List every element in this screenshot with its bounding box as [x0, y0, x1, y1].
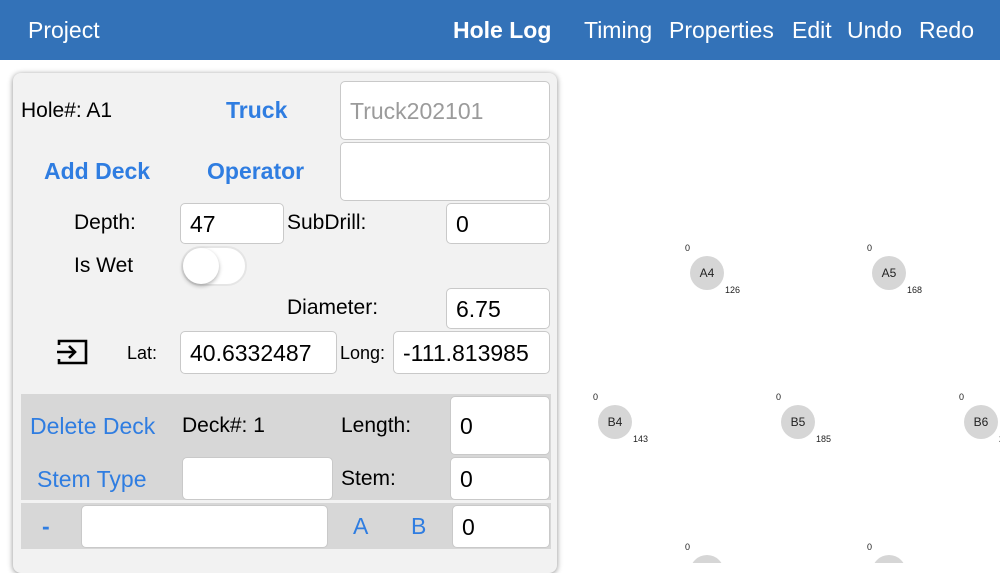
stem-input[interactable]: 0 — [450, 457, 550, 500]
operator-input[interactable] — [340, 142, 550, 201]
subdrill-label: SubDrill: — [287, 211, 367, 234]
is-wet-toggle[interactable] — [181, 246, 247, 286]
deck-number-label: Deck#: 1 — [182, 414, 265, 437]
hole-top-value: 0 — [593, 392, 599, 402]
hole-circle[interactable] — [690, 555, 724, 563]
product-input[interactable] — [81, 505, 328, 548]
truck-button[interactable]: Truck — [226, 96, 287, 124]
hole-top-value: 0 — [685, 243, 691, 253]
top-navigation-bar: Project Hole Log Timing Properties Edit … — [0, 0, 1000, 60]
hole-top-value: 0 — [867, 542, 873, 552]
length-label: Length: — [341, 414, 412, 437]
enter-location-icon[interactable] — [56, 338, 90, 366]
delete-deck-button[interactable]: Delete Deck — [30, 412, 155, 440]
hole-number-label: Hole#: A1 — [21, 99, 113, 122]
hole-bottom-value: 126 — [725, 285, 741, 295]
diameter-input[interactable]: 6.75 — [446, 288, 550, 329]
page-title: Hole Log — [453, 17, 552, 43]
hole-circle[interactable]: B6 — [964, 405, 998, 439]
product-amount-input[interactable]: 0 — [452, 505, 550, 548]
operator-button[interactable]: Operator — [207, 157, 304, 185]
hole-circle[interactable]: A4 — [690, 256, 724, 290]
is-wet-label: Is Wet — [74, 254, 134, 277]
properties-button[interactable]: Properties — [669, 16, 774, 44]
undo-button[interactable]: Undo — [847, 16, 902, 44]
hole-top-value: 0 — [959, 392, 965, 402]
unit-b-button[interactable]: B — [411, 512, 426, 540]
hole-circle[interactable]: B4 — [598, 405, 632, 439]
hole-bottom-value: 185 — [816, 434, 832, 444]
redo-button[interactable]: Redo — [919, 16, 974, 44]
stem-type-button[interactable]: Stem Type — [37, 465, 147, 493]
latitude-label: Lat: — [127, 343, 158, 363]
timing-button[interactable]: Timing — [584, 16, 652, 44]
stem-label: Stem: — [341, 467, 396, 490]
hole-bottom-value: 168 — [907, 285, 923, 295]
longitude-label: Long: — [340, 343, 386, 363]
longitude-input[interactable]: -111.813985 — [393, 331, 550, 374]
hole-circle[interactable]: A5 — [872, 256, 906, 290]
truck-input[interactable]: Truck202101 — [340, 81, 550, 140]
subdrill-input[interactable]: 0 — [446, 203, 550, 244]
edit-button[interactable]: Edit — [792, 16, 832, 44]
stem-type-input[interactable] — [182, 457, 333, 500]
hole-top-value: 0 — [776, 392, 782, 402]
hole-log-panel: Hole#: A1 Truck Truck202101 Add Deck Ope… — [13, 73, 557, 573]
hole-top-value: 0 — [867, 243, 873, 253]
hole-bottom-value: 143 — [633, 434, 649, 444]
unit-a-button[interactable]: A — [353, 512, 368, 540]
latitude-input[interactable]: 40.6332487 — [180, 331, 337, 374]
project-button[interactable]: Project — [28, 16, 100, 44]
hole-circle[interactable]: B5 — [781, 405, 815, 439]
add-deck-button[interactable]: Add Deck — [44, 157, 150, 185]
depth-label: Depth: — [74, 211, 136, 234]
hole-circle[interactable] — [872, 555, 906, 563]
depth-input[interactable]: 47 — [180, 203, 284, 244]
diameter-label: Diameter: — [287, 296, 379, 319]
length-input[interactable]: 0 — [450, 396, 550, 455]
hole-top-value: 0 — [685, 542, 691, 552]
remove-product-button[interactable]: - — [42, 512, 50, 540]
toggle-knob — [183, 248, 219, 284]
